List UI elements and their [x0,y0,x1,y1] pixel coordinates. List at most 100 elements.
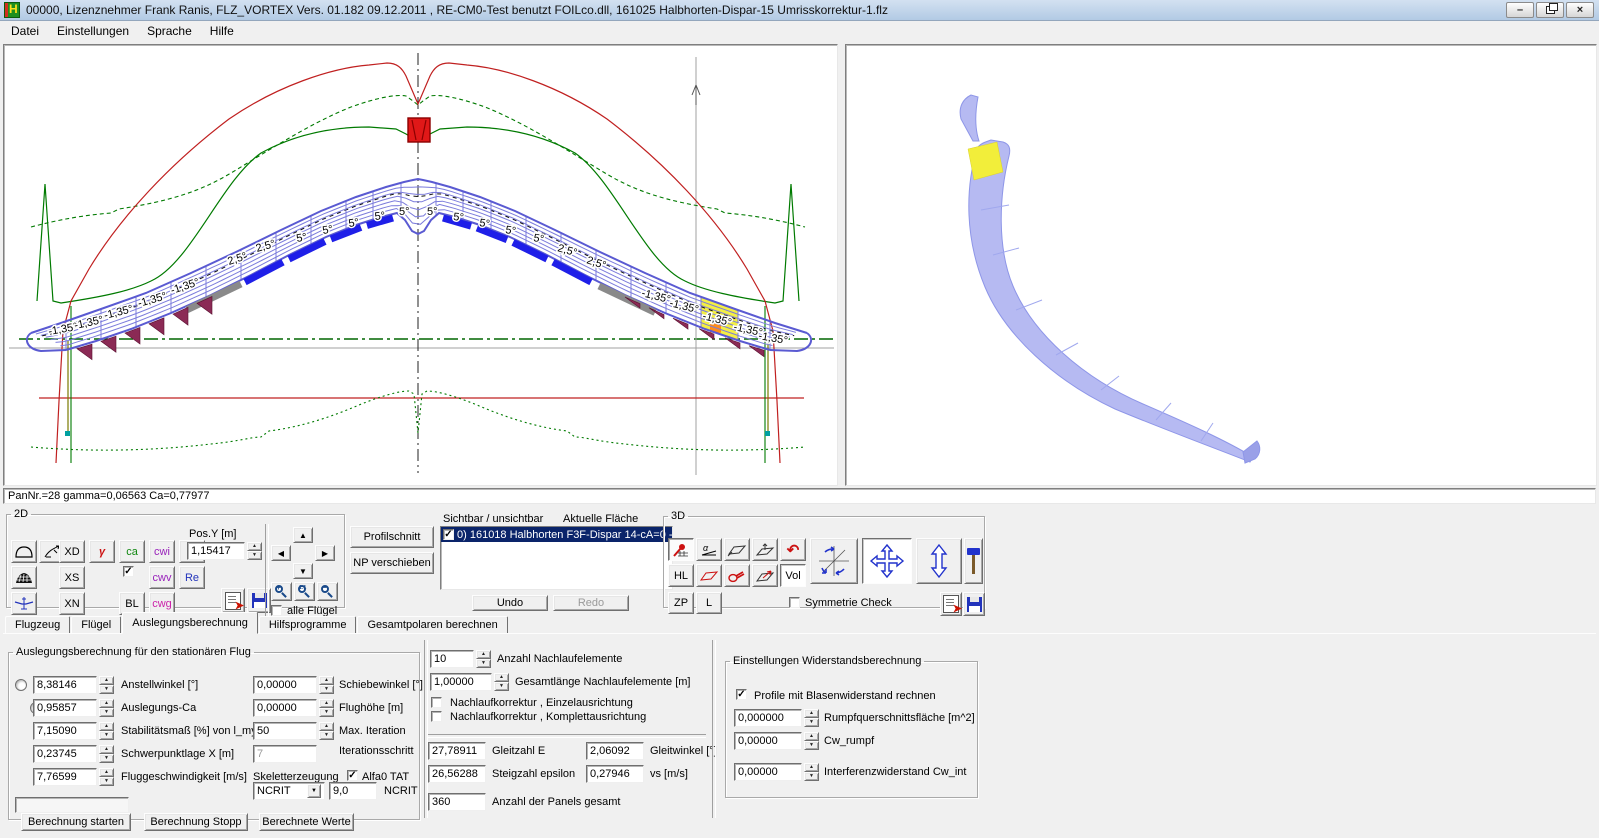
move-3d-button[interactable] [862,538,912,584]
anzahl-nachlauf-spinner[interactable]: ▲▼ [476,650,491,668]
spinner-down-icon[interactable]: ▼ [804,772,819,781]
pan-up-button[interactable]: ▲ [293,527,313,543]
undo-3d-button[interactable]: ↶ [780,538,806,561]
tab-hilfsprogramme[interactable]: Hilfsprogramme [259,616,357,634]
berechnung-stopp-button[interactable]: Berechnung Stopp [144,813,248,831]
spinner-up-icon[interactable]: ▲ [804,709,819,718]
ncrit-value-input[interactable] [329,782,377,800]
spinner-up-icon[interactable]: ▲ [99,722,114,731]
blasenwiderstand-checkbox[interactable]: ✓ [736,689,747,700]
rotate-3d-button[interactable] [810,538,858,584]
spinner-down-icon[interactable]: ▼ [319,708,334,717]
pan-right-button[interactable]: ▶ [315,545,335,561]
spinner-up-icon[interactable]: ▲ [319,722,334,731]
symmetrie-check-checkbox[interactable] [789,597,800,608]
tab-flugzeug[interactable]: Flugzeug [5,616,70,634]
spinner-up-icon[interactable]: ▲ [247,542,262,551]
cwi-button[interactable]: cwi [149,540,175,563]
spinner-down-icon[interactable]: ▼ [247,551,262,560]
nachlauf-komplett-checkbox[interactable] [431,711,442,722]
zoom-reset-button[interactable]: 1:1 [294,582,315,601]
schiebewinkel-input[interactable] [253,676,317,694]
flughoehe-input[interactable] [253,699,317,717]
stabilitaetsmass-input[interactable] [33,722,97,740]
spinner-up-icon[interactable]: ▲ [804,732,819,741]
spinner-down-icon[interactable]: ▼ [494,682,509,691]
ncrit-combobox[interactable]: NCRIT ▼ [253,782,325,800]
menu-datei[interactable]: Datei [2,22,48,40]
panels-gesamt-input[interactable] [428,793,486,811]
panel-move-button[interactable] [752,538,778,561]
panel-mesh-view-button[interactable] [11,566,37,589]
surface-listbox[interactable]: ✓ 0) 161018 Halbhorten F3F-Dispar 14-cA=… [440,526,673,590]
spinner-up-icon[interactable]: ▲ [99,745,114,754]
spinner-down-icon[interactable]: ▼ [99,777,114,786]
schiebewinkel-spinner[interactable]: ▲▼ [319,676,334,694]
gleitzahl-input[interactable] [428,742,486,760]
xd-button[interactable]: XD [59,540,85,563]
zp-button[interactable]: ZP [668,592,694,614]
fluggeschwindigkeit-input[interactable] [33,768,97,786]
paint-panels-button[interactable] [668,538,694,561]
wing-3d-view[interactable] [845,44,1597,486]
redo-button[interactable]: Redo [553,595,629,611]
auslegungs-ca-spinner[interactable]: ▲▼ [99,699,114,717]
spinner-down-icon[interactable]: ▼ [99,754,114,763]
gamma-button[interactable]: γ [89,540,115,563]
menu-einstellungen[interactable]: Einstellungen [48,22,138,40]
tab-auslegungsberechnung[interactable]: Auslegungsberechnung [122,612,258,634]
rumpfquerschnitt-input[interactable] [734,709,802,727]
pan-left-button[interactable]: ◀ [271,545,291,561]
anstellwinkel-input[interactable] [33,676,97,694]
zoom-in-button[interactable]: + [271,582,292,601]
alfa0-tat-checkbox[interactable]: ✓ [347,770,358,781]
re-button[interactable]: Re [179,566,205,589]
spinner-down-icon[interactable]: ▼ [99,731,114,740]
berechnete-werte-button[interactable]: Berechnete Werte [259,813,354,831]
posy-input[interactable] [187,542,245,560]
rumpfquerschnitt-spinner[interactable]: ▲▼ [804,709,819,727]
hl-button[interactable]: HL [668,564,694,587]
panel-flat-button[interactable] [724,538,750,561]
spinner-down-icon[interactable]: ▼ [319,731,334,740]
ca-button[interactable]: ca [119,540,145,563]
stabilitaetsmass-spinner[interactable]: ▲▼ [99,722,114,740]
copy-3d-button[interactable]: ➤ [940,592,962,616]
spinner-down-icon[interactable]: ▼ [99,685,114,694]
vs-input[interactable] [586,765,644,783]
gesamtlaenge-input[interactable] [430,673,492,691]
zoom-out-button[interactable]: − [317,582,338,601]
spinner-up-icon[interactable]: ▲ [99,699,114,708]
restore-button[interactable] [1536,2,1564,18]
cw-int-spinner[interactable]: ▲▼ [804,763,819,781]
dropdown-icon[interactable]: ▼ [307,784,321,798]
copy-2d-button[interactable]: ➤ [221,588,245,613]
close-button[interactable]: × [1566,2,1594,18]
panel-red-button[interactable] [696,564,722,587]
cw-rumpf-input[interactable] [734,732,802,750]
cw-rumpf-spinner[interactable]: ▲▼ [804,732,819,750]
spinner-up-icon[interactable]: ▲ [319,676,334,685]
spinner-down-icon[interactable]: ▼ [804,718,819,727]
profilschnitt-button[interactable]: Profilschnitt [350,526,434,548]
tab-gesamtpolaren[interactable]: Gesamtpolaren berechnen [357,616,507,634]
cw-int-input[interactable] [734,763,802,781]
spinner-down-icon[interactable]: ▼ [319,685,334,694]
steigzahl-input[interactable] [428,765,486,783]
np-verschieben-button[interactable]: NP verschieben [350,552,434,574]
spinner-up-icon[interactable]: ▲ [99,676,114,685]
posy-spinner[interactable]: ▲ ▼ [247,542,262,560]
nachlauf-einzel-checkbox[interactable] [431,697,442,708]
menu-sprache[interactable]: Sprache [138,22,201,40]
surface-visible-checkbox[interactable]: ✓ [443,529,454,540]
spinner-up-icon[interactable]: ▲ [476,650,491,659]
berechnung-starten-button[interactable]: Berechnung starten [21,813,131,831]
flughoehe-spinner[interactable]: ▲▼ [319,699,334,717]
hammer-button[interactable] [964,538,983,584]
spinner-up-icon[interactable]: ▲ [99,768,114,777]
menu-hilfe[interactable]: Hilfe [201,22,243,40]
radio-anstellwinkel[interactable] [15,679,27,691]
spinner-down-icon[interactable]: ▼ [476,659,491,668]
anzahl-nachlauf-input[interactable] [430,650,474,668]
spinner-up-icon[interactable]: ▲ [494,673,509,682]
